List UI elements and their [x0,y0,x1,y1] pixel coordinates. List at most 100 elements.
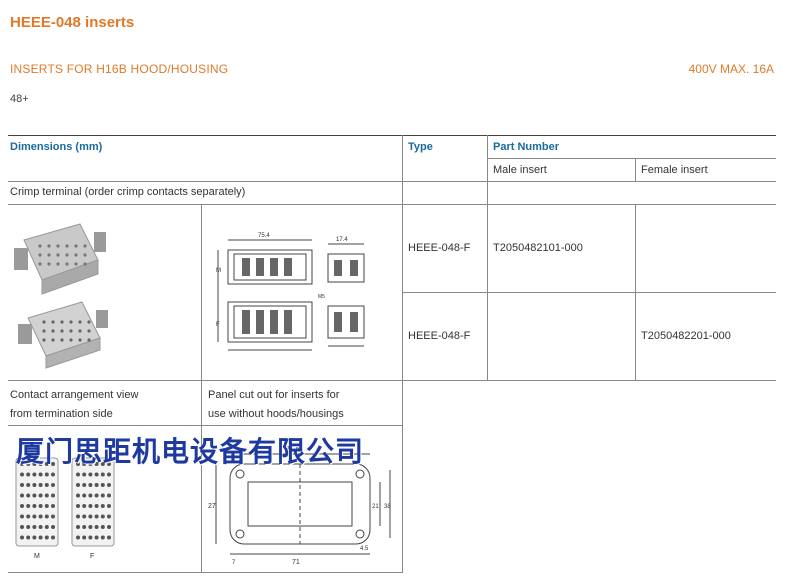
contact-dot [32,483,37,487]
contact-dot [60,329,64,333]
contact-dot [100,472,105,477]
contact-dot [56,253,60,257]
contact-dot [100,483,105,487]
contact-dot [56,244,60,248]
contact-dot [107,525,111,529]
contact-dot [20,504,24,508]
contact-dot [88,483,93,487]
contact-dot [107,472,111,477]
contact-dot [69,338,73,342]
contact-dot [65,244,69,248]
contact-dot [87,320,91,324]
contact-dot [76,483,80,487]
panel-dim-bottom: 71 [292,559,300,566]
contact-dot [94,472,99,477]
col-divider-female [635,204,636,381]
male-contact-face [15,457,59,547]
contact-dot [20,525,24,529]
contact-dot [82,514,87,519]
contact-dot [32,493,37,498]
contact-dot [42,320,46,324]
contact-dot [74,244,78,248]
contact-dot [47,244,51,248]
contact-dot [44,525,49,529]
contact-dot [78,338,82,342]
contact-dot [88,504,93,508]
drawing-label-m: M [216,268,221,274]
contact-dot [107,504,111,508]
caption-right-line1: Panel cut out for inserts for [208,389,340,401]
contact-dot [100,504,105,508]
contact-dot [26,472,31,477]
caption-bottom-rule [8,425,402,426]
contact-dot [38,525,43,529]
contact-dot [44,472,49,477]
contact-dot [26,535,31,540]
contact-dot [100,535,105,540]
female-insert-photo [18,301,108,369]
contact-dot [107,535,111,540]
header-part-number: Part Number [493,141,560,153]
contact-dot [65,253,69,257]
header-male-insert: Male insert [493,164,547,176]
contact-dot [20,514,24,519]
side-view-bottom [327,305,365,339]
contact-dot [82,525,87,529]
contact-dot [83,253,87,257]
contact-dot [83,244,87,248]
contact-dot [51,338,55,342]
contact-dot [100,514,105,519]
contact-dot [107,493,111,498]
contact-dot [83,262,87,266]
contact-dot [78,329,82,333]
contact-dot [94,514,99,519]
contact-dot [94,525,99,529]
row2-female-part: T2050482201-000 [641,330,731,342]
contact-dot [88,493,93,498]
contact-dot [56,262,60,266]
contact-dot [51,493,55,498]
contact-dot [44,493,49,498]
contact-dot [82,493,87,498]
contact-dot [94,535,99,540]
contact-dot [44,483,49,487]
panel-dim-bottom-small: 7 [232,560,236,566]
header-dimensions: Dimensions (mm) [10,141,103,153]
contact-dot [51,320,55,324]
contact-dot [38,253,42,257]
contact-dot [78,320,82,324]
contact-dot [65,262,69,266]
contact-dot [38,262,42,266]
contact-dot [69,329,73,333]
panel-dim-left: 27 [208,503,216,510]
dim-top-a: 75.4 [258,233,270,239]
contact-dot [44,535,49,540]
contact-dot [51,483,55,487]
part-number-rule [487,158,776,159]
section-rule [8,204,776,205]
contact-dot [51,525,55,529]
panel-dim-right-b: 38 [384,504,391,510]
header-female-insert: Female insert [641,164,708,176]
panel-dim-hole: 4.5 [360,546,369,552]
contact-dot [32,525,37,529]
contact-dot [88,525,93,529]
contact-dot [88,535,93,540]
contact-dot [88,472,93,477]
col-divider-female-head [635,158,636,181]
contact-dot [32,472,37,477]
contact-dot [47,253,51,257]
col-divider-type [402,135,403,381]
table-top-rule [8,135,776,136]
contact-dot [94,483,99,487]
panel-outline [229,463,371,545]
contact-dot [26,493,31,498]
contact-dot [94,493,99,498]
contact-dot [32,504,37,508]
col-divider-captions [402,380,403,573]
arrangement-label-f: F [90,553,94,560]
contact-dot [20,493,24,498]
contact-dot [51,472,55,477]
contact-dot [82,472,87,477]
male-insert-photo [14,223,106,295]
